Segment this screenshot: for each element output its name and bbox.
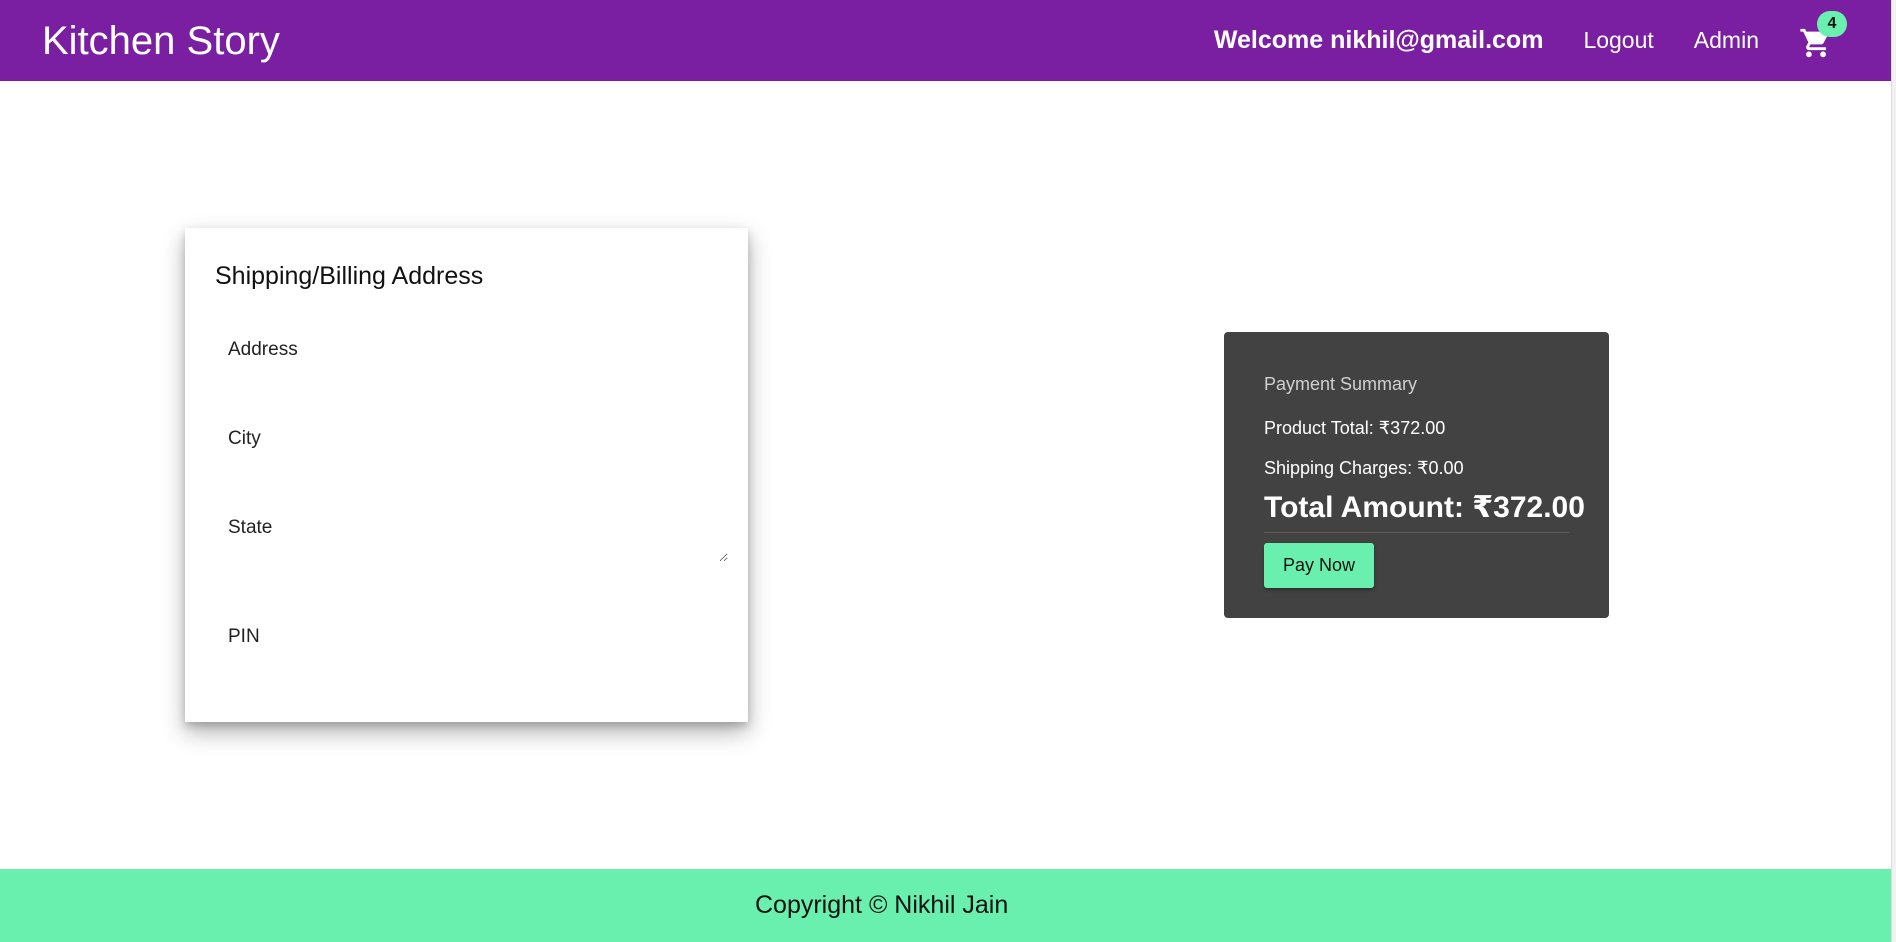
top-navbar: Kitchen Story Welcome nikhil@gmail.com L… <box>0 0 1891 81</box>
welcome-text: Welcome nikhil@gmail.com <box>1213 26 1544 54</box>
page-scrollbar[interactable] <box>1891 0 1896 942</box>
payment-summary-heading: Payment Summary <box>1264 374 1418 394</box>
admin-link[interactable]: Admin <box>1694 27 1759 54</box>
footer: Copyright © Nikhil Jain <box>0 869 1891 942</box>
city-field-wrapper <box>228 428 728 450</box>
navbar-right: Welcome nikhil@gmail.com Logout Admin 4 <box>1214 0 1891 81</box>
pin-field-wrapper <box>228 626 728 648</box>
shipping-charges-text: Shipping Charges: ₹0.00 <box>1264 458 1464 478</box>
brand-logo[interactable]: Kitchen Story <box>42 18 280 64</box>
address-input[interactable] <box>228 339 728 361</box>
footer-copyright: Copyright © Nikhil Jain <box>755 891 1009 919</box>
city-input[interactable] <box>228 428 728 450</box>
state-field-wrapper <box>228 517 728 568</box>
product-total-text: Product Total: ₹372.00 <box>1264 418 1446 438</box>
pay-now-button[interactable]: Pay Now <box>1264 543 1374 588</box>
cart-button[interactable]: 4 <box>1799 10 1847 59</box>
logout-link[interactable]: Logout <box>1583 27 1653 54</box>
total-amount-text: Total Amount: ₹372.00 <box>1264 491 1585 524</box>
pin-input[interactable] <box>228 626 728 648</box>
address-field-wrapper <box>228 339 728 361</box>
address-form-title: Shipping/Billing Address <box>215 262 484 290</box>
state-textarea[interactable] <box>228 517 728 562</box>
cart-count-badge: 4 <box>1817 10 1847 37</box>
address-form-card: Shipping/Billing Address <box>185 228 748 722</box>
summary-divider <box>1264 532 1569 533</box>
payment-summary-card: Payment Summary Product Total: ₹372.00 S… <box>1224 332 1609 618</box>
